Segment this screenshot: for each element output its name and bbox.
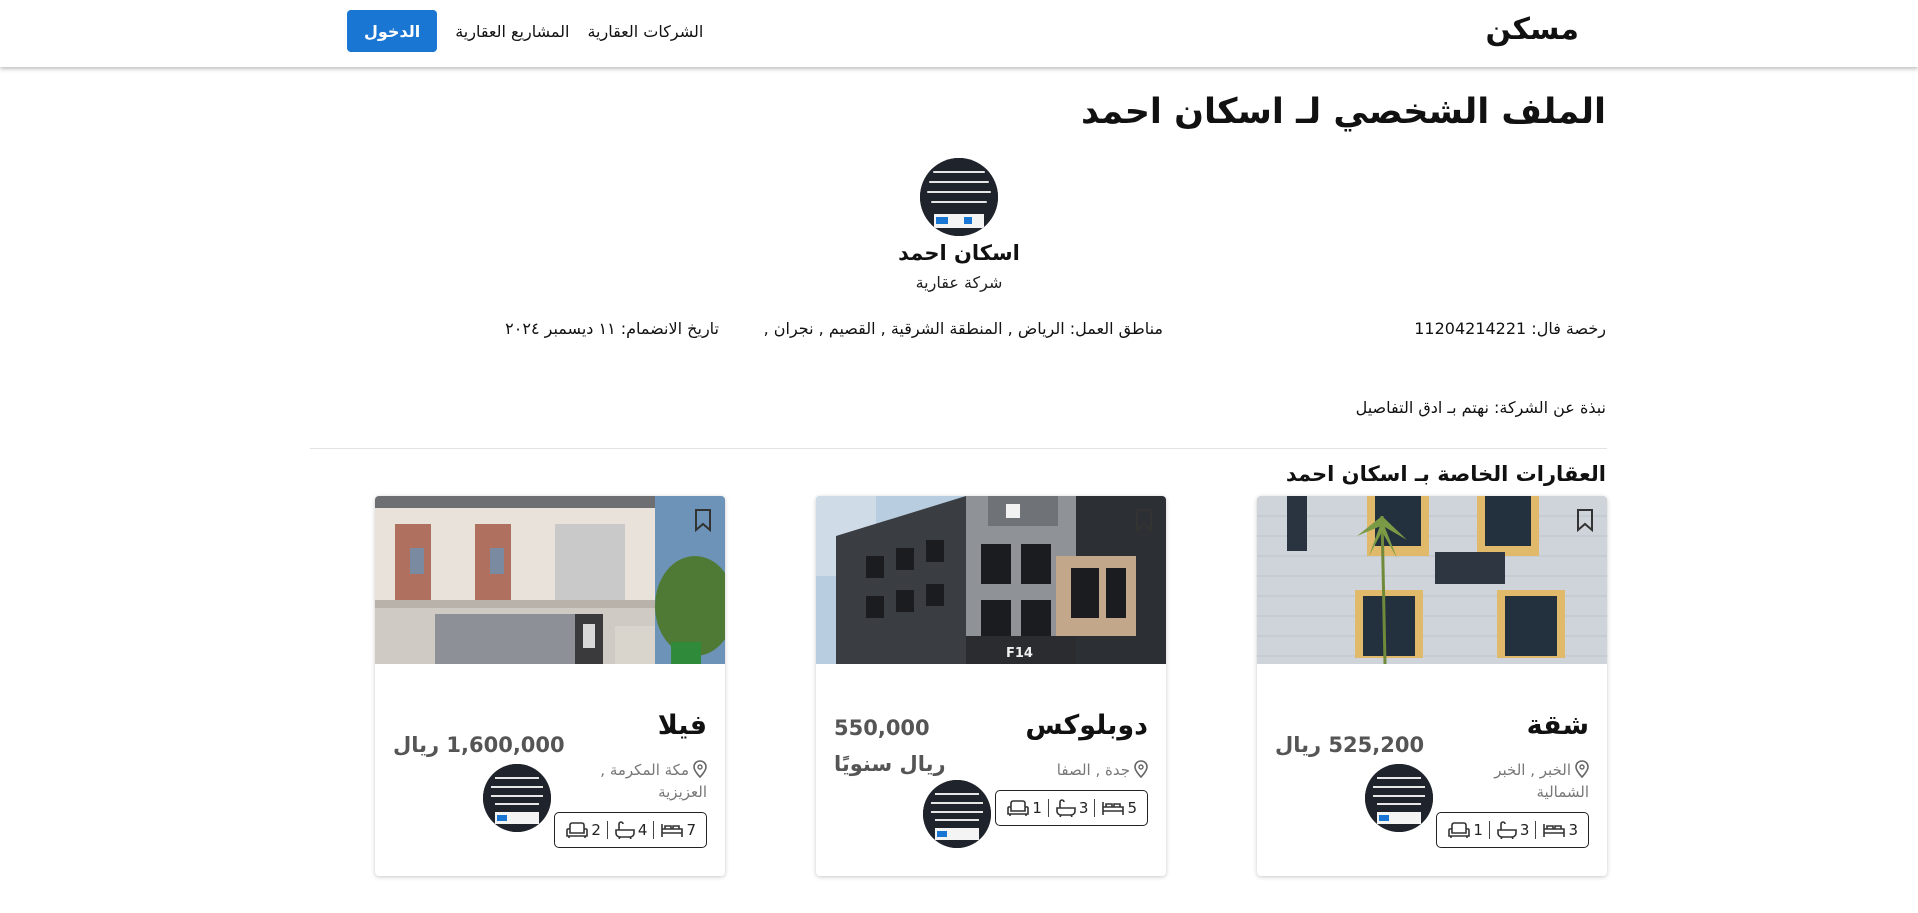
bed-icon bbox=[1543, 824, 1566, 837]
company-avatar-small[interactable] bbox=[1365, 764, 1433, 832]
nav-real-estate-companies[interactable]: الشركات العقارية bbox=[587, 22, 703, 41]
property-location: جدة , الصفا bbox=[1023, 759, 1148, 781]
feature-separator bbox=[1488, 821, 1490, 839]
beds-feature: 5 bbox=[1101, 799, 1137, 817]
main-nav: الدخول المشاريع العقارية الشركات العقاري… bbox=[347, 10, 703, 52]
bath-icon bbox=[1497, 821, 1517, 839]
properties-section-title: العقارات الخاصة بـ اسكان احمد bbox=[1285, 462, 1606, 486]
baths-count: 3 bbox=[1078, 799, 1089, 817]
baths-feature: 3 bbox=[1496, 821, 1530, 839]
living-count: 2 bbox=[591, 821, 601, 839]
bookmark-icon[interactable] bbox=[1134, 508, 1154, 532]
bath-icon bbox=[615, 821, 635, 839]
property-card[interactable]: F14 دوبلوكس 550,000 ريال سنويًا جدة , ال… bbox=[816, 496, 1166, 876]
baths-count: 3 bbox=[1519, 821, 1530, 839]
property-features: 7 4 2 bbox=[554, 812, 707, 848]
property-image[interactable] bbox=[375, 496, 725, 664]
living-feature: 2 bbox=[565, 821, 601, 839]
company-name: اسكان احمد bbox=[898, 241, 1020, 265]
company-avatar-small[interactable] bbox=[923, 780, 991, 848]
company-type: شركة عقارية bbox=[915, 273, 1003, 292]
beds-count: 3 bbox=[1568, 821, 1578, 839]
company-avatar-small[interactable] bbox=[483, 764, 551, 832]
divider bbox=[310, 448, 1607, 449]
nav-real-estate-projects[interactable]: المشاريع العقارية bbox=[455, 22, 569, 41]
beds-count: 7 bbox=[686, 821, 696, 839]
property-location: مكة المكرمة , العزيزية bbox=[582, 759, 707, 803]
location-pin-icon bbox=[1575, 760, 1589, 778]
location-pin-icon bbox=[693, 760, 707, 778]
work-regions: مناطق العمل: الرياض , المنطقة الشرقية , … bbox=[763, 319, 1163, 338]
sofa-icon bbox=[566, 822, 589, 838]
feature-separator bbox=[1535, 821, 1537, 839]
beds-count: 5 bbox=[1127, 799, 1137, 817]
property-card[interactable]: فيلا 1,600,000 ريال مكة المكرمة , العزيز… bbox=[375, 496, 725, 876]
baths-feature: 4 bbox=[614, 821, 648, 839]
brand-logo[interactable]: مسكن bbox=[1485, 12, 1579, 47]
company-about: نبذة عن الشركة: نهتم بـ ادق التفاصيل bbox=[1355, 398, 1606, 417]
license-number: رخصة فال: 11204214221 bbox=[1414, 319, 1606, 338]
location-pin-icon bbox=[1134, 760, 1148, 778]
property-price: 1,600,000 ريال bbox=[393, 733, 565, 757]
top-navbar: مسكن الدخول المشاريع العقارية الشركات ال… bbox=[0, 0, 1918, 67]
property-card[interactable]: شقة 525,200 ريال الخبر , الخبر الشمالية … bbox=[1257, 496, 1607, 876]
property-price: 525,200 ريال bbox=[1275, 733, 1425, 757]
property-type: شقة bbox=[1526, 710, 1589, 741]
bed-icon bbox=[1102, 802, 1125, 815]
sofa-icon bbox=[1007, 800, 1030, 816]
baths-count: 4 bbox=[637, 821, 648, 839]
sofa-icon bbox=[1448, 822, 1471, 838]
property-image[interactable]: F14 bbox=[816, 496, 1166, 664]
feature-separator bbox=[1094, 799, 1096, 817]
join-date: تاريخ الانضمام: ١١ ديسمبر ٢٠٢٤ bbox=[505, 319, 719, 338]
property-type: فيلا bbox=[657, 710, 707, 741]
property-location: الخبر , الخبر الشمالية bbox=[1464, 759, 1589, 803]
living-feature: 1 bbox=[1006, 799, 1042, 817]
svg-text:F14: F14 bbox=[1006, 646, 1033, 661]
location-text: جدة , الصفا bbox=[1056, 761, 1130, 779]
property-type: دوبلوكس bbox=[1025, 710, 1148, 741]
bookmark-icon[interactable] bbox=[1575, 508, 1595, 532]
location-text: مكة المكرمة , العزيزية bbox=[600, 761, 707, 801]
company-avatar bbox=[920, 158, 998, 236]
feature-separator bbox=[606, 821, 608, 839]
page-title: الملف الشخصي لـ اسكان احمد bbox=[1081, 92, 1606, 132]
beds-feature: 3 bbox=[1542, 821, 1578, 839]
baths-feature: 3 bbox=[1055, 799, 1089, 817]
property-features: 5 3 1 bbox=[995, 790, 1148, 826]
property-price: 550,000 ريال سنويًا bbox=[834, 716, 946, 776]
living-feature: 1 bbox=[1447, 821, 1483, 839]
login-button[interactable]: الدخول bbox=[347, 10, 438, 52]
beds-feature: 7 bbox=[660, 821, 696, 839]
feature-separator bbox=[1047, 799, 1049, 817]
bath-icon bbox=[1056, 799, 1076, 817]
feature-separator bbox=[653, 821, 655, 839]
bed-icon bbox=[661, 824, 684, 837]
living-count: 1 bbox=[1473, 821, 1483, 839]
bookmark-icon[interactable] bbox=[693, 508, 713, 532]
living-count: 1 bbox=[1032, 799, 1042, 817]
property-image[interactable] bbox=[1257, 496, 1607, 664]
property-features: 3 3 1 bbox=[1436, 812, 1589, 848]
